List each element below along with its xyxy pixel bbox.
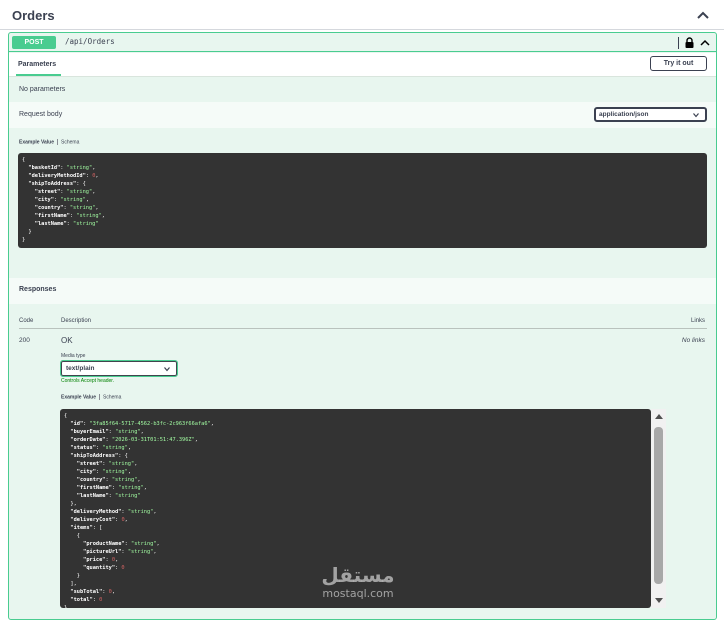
- tag-header-orders[interactable]: Orders: [0, 0, 724, 30]
- code-line: "shipToAddress": {: [70, 453, 128, 459]
- media-type-label: Media type: [61, 353, 86, 359]
- code-line: "deliveryMethod": "string",: [70, 509, 157, 515]
- scroll-down-arrow-icon[interactable]: [655, 598, 663, 603]
- code-line: "pictureUrl": "string",: [83, 549, 157, 555]
- selected-content-type: application/json: [599, 111, 649, 118]
- code-line: {: [76, 533, 80, 539]
- responses-title: Responses: [19, 286, 57, 293]
- code-line: "id": "3fa85f64-5717-4562-b3fc-2c963f66a…: [70, 421, 214, 427]
- operation-path: /api/Orders: [65, 37, 115, 46]
- selected-media-type: text/plain: [66, 365, 95, 372]
- method-badge: POST: [12, 36, 56, 49]
- code-line: "status": "string",: [70, 445, 132, 451]
- response-example-tabs: Example Value Schema: [61, 394, 121, 400]
- code-line: }: [28, 229, 32, 235]
- tag-title: Orders: [12, 8, 55, 23]
- code-line: "street": "string",: [76, 461, 138, 467]
- code-line: "lastName": "string": [34, 221, 99, 227]
- code-line: "country": "string",: [34, 205, 99, 211]
- col-header-code: Code: [19, 318, 34, 324]
- response-code-scrollbar[interactable]: [651, 409, 666, 608]
- divider: [678, 36, 679, 49]
- parameters-header: Parameters Try it out: [9, 53, 716, 77]
- code-line: "orderDate": "2026-03-31T01:51:47.396Z",: [70, 437, 198, 443]
- divider: [57, 139, 59, 145]
- chevron-up-icon[interactable]: [696, 8, 710, 22]
- code-line: "street": "string",: [34, 189, 96, 195]
- col-header-links: Links: [690, 318, 705, 324]
- code-line: "country": "string",: [76, 477, 141, 483]
- code-line: "city": "string",: [34, 197, 90, 203]
- scroll-up-arrow-icon[interactable]: [655, 414, 663, 419]
- code-line: {: [22, 157, 26, 163]
- code-line: "items": [: [70, 525, 103, 531]
- tab-schema[interactable]: Schema: [103, 394, 121, 400]
- tab-example-value[interactable]: Example Value: [61, 394, 96, 400]
- code-line: "buyerEmail": "string",: [70, 429, 144, 435]
- code-line: "basketId": "string",: [28, 165, 96, 171]
- no-parameters-text: No parameters: [19, 86, 66, 93]
- code-line: "firstName": "string",: [34, 213, 105, 219]
- code-line: "shipToAddress": {: [28, 181, 86, 187]
- response-status-code: 200: [19, 337, 30, 344]
- watermark: مستقل mostaql.com: [312, 563, 404, 611]
- operation-controls: [678, 35, 710, 50]
- divider: [99, 394, 101, 400]
- watermark-latin: mostaql.com: [322, 587, 394, 600]
- code-line: "productName": "string",: [83, 541, 160, 547]
- operation-summary[interactable]: POST /api/Orders: [9, 33, 716, 52]
- col-header-description: Description: [61, 318, 92, 324]
- tab-parameters[interactable]: Parameters: [18, 61, 56, 68]
- response-links: No links: [681, 337, 705, 344]
- responses-header: [9, 278, 716, 304]
- watermark-arabic: مستقل: [321, 563, 395, 587]
- tab-active-indicator: [16, 74, 61, 76]
- code-line: }: [22, 237, 26, 243]
- code-line: "firstName": "string",: [76, 485, 147, 491]
- tab-schema[interactable]: Schema: [61, 139, 79, 145]
- response-description: OK: [61, 336, 73, 345]
- request-example-code[interactable]: { "basketId": "string", "deliveryMethodI…: [18, 153, 707, 248]
- code-line: "lastName": "string": [76, 493, 141, 499]
- scrollbar-thumb[interactable]: [654, 427, 663, 584]
- operation-block-post-orders: POST /api/Orders Parameters Try it out N…: [8, 32, 717, 620]
- response-media-type-select[interactable]: text/plain: [60, 360, 178, 377]
- code-line: "deliveryMethodId": 0,: [28, 173, 99, 179]
- code-line: "city": "string",: [76, 469, 132, 475]
- request-body-label: Request body: [19, 111, 63, 118]
- chevron-down-icon: [693, 113, 699, 118]
- code-line: "deliveryCost": 0,: [70, 517, 128, 523]
- code-line: {: [64, 413, 68, 419]
- lock-icon[interactable]: [685, 37, 694, 48]
- chevron-down-icon: [164, 367, 170, 372]
- tab-example-value[interactable]: Example Value: [19, 139, 54, 145]
- request-content-type-select[interactable]: application/json: [594, 107, 707, 122]
- code-line: },: [70, 501, 77, 507]
- try-it-out-button[interactable]: Try it out: [650, 56, 707, 71]
- divider: [19, 328, 707, 329]
- accept-header-note: Controls Accept header.: [61, 378, 115, 384]
- chevron-up-icon[interactable]: [700, 38, 710, 48]
- request-example-tabs: Example Value Schema: [19, 139, 79, 145]
